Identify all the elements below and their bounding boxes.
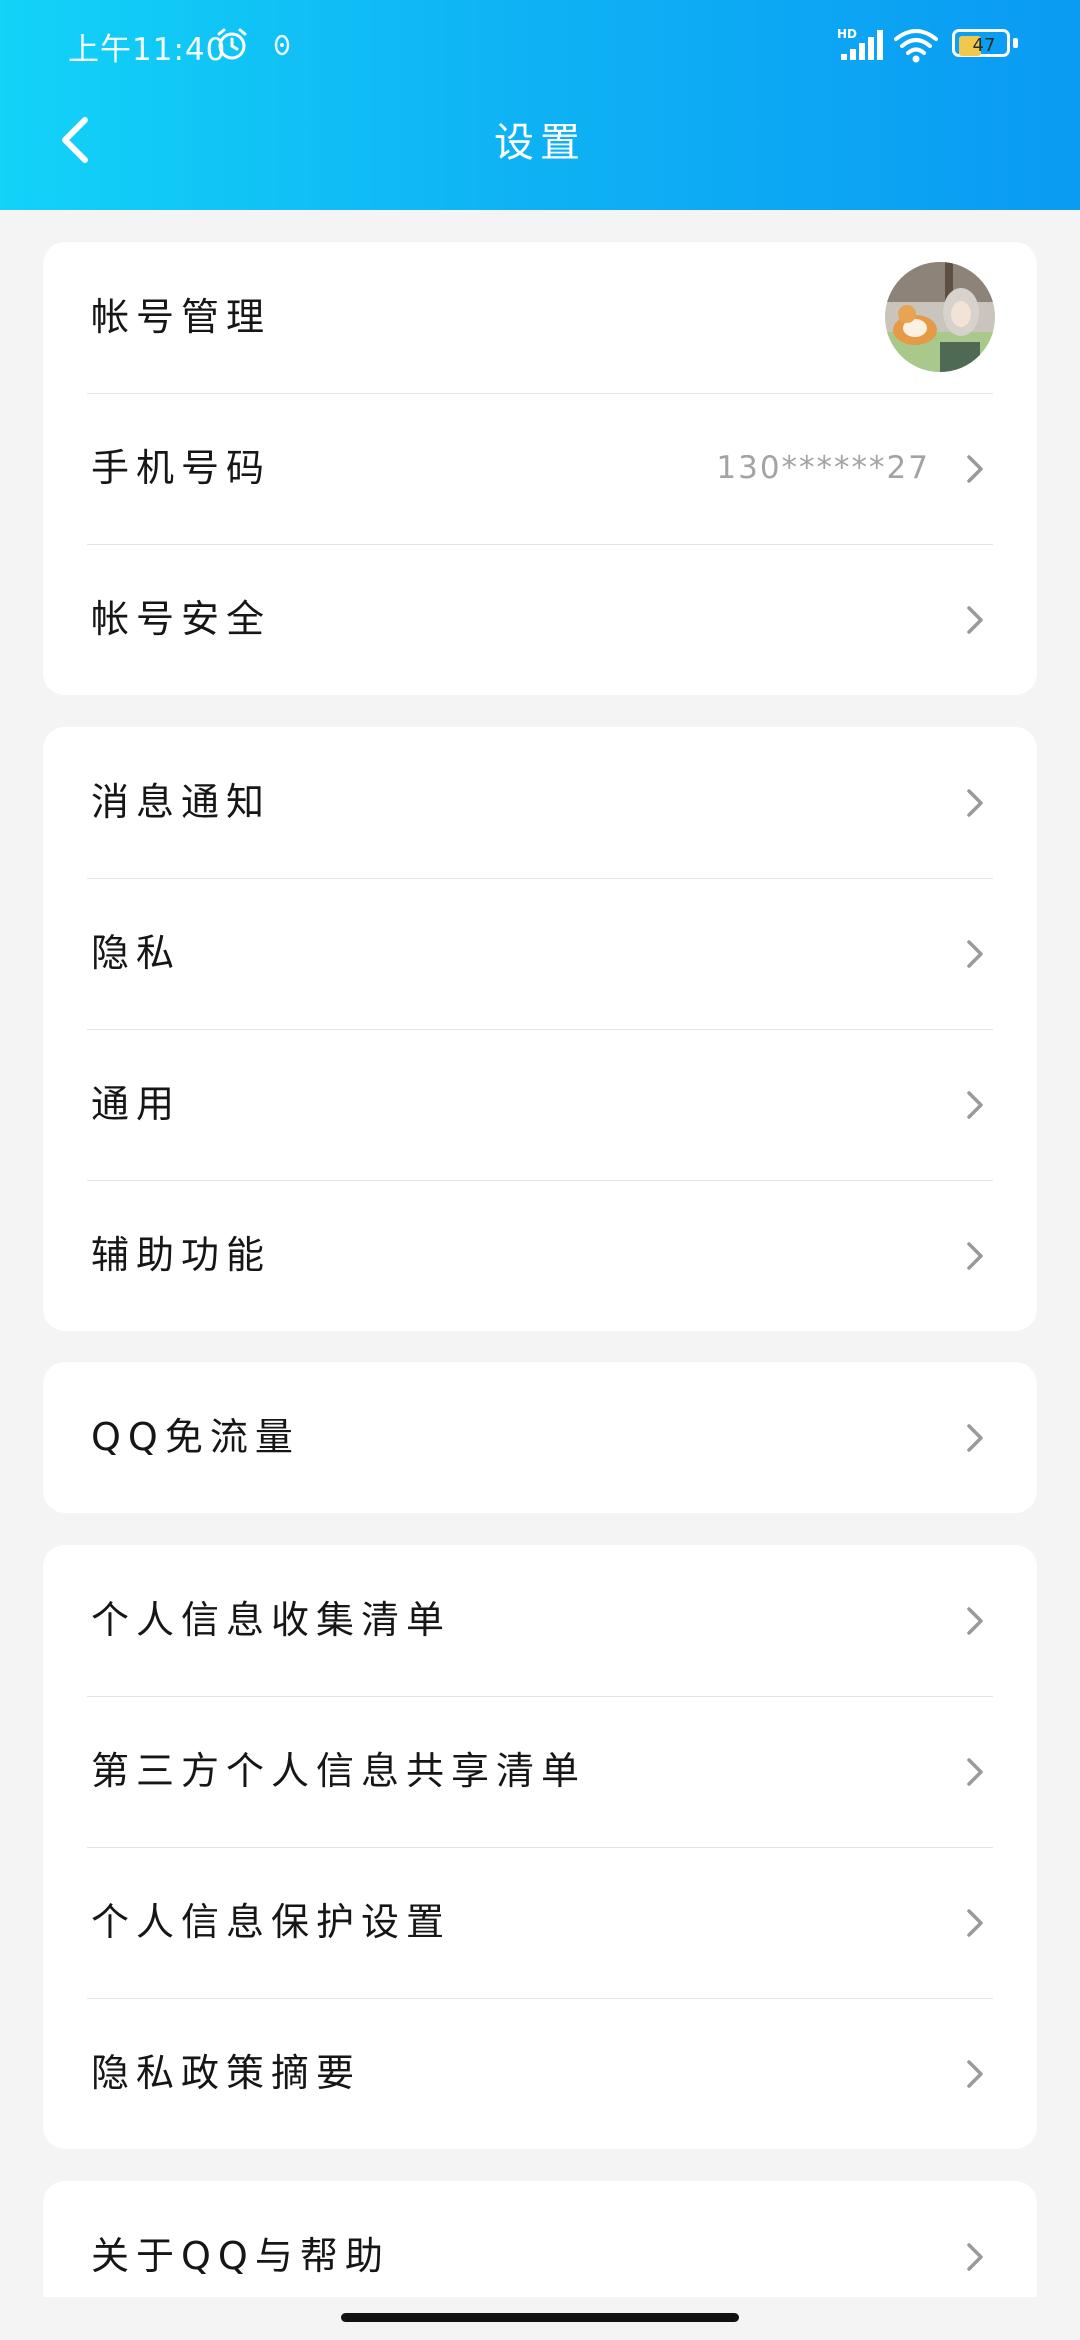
about-qq-help-row[interactable]: 关于QQ与帮助 bbox=[43, 2181, 1037, 2297]
chevron-right-icon bbox=[967, 1758, 983, 1786]
free-data-section: QQ免流量 bbox=[43, 1362, 1037, 1513]
account-section: 帐号管理 手机号码 130******27 帐号安全 bbox=[43, 242, 1037, 695]
network-label: HD bbox=[837, 27, 857, 41]
row-label: 关于QQ与帮助 bbox=[91, 2234, 390, 2278]
row-label: 个人信息保护设置 bbox=[91, 1900, 452, 1944]
row-label: 隐私政策摘要 bbox=[91, 2051, 362, 2095]
status-bar: 上午11:40 HD 47 bbox=[0, 0, 1080, 90]
chevron-right-icon bbox=[967, 1091, 983, 1119]
app-header: 上午11:40 HD 47 设置 bbox=[0, 0, 1080, 210]
personal-info-collection-row[interactable]: 个人信息收集清单 bbox=[43, 1545, 1037, 1696]
battery-level: 47 bbox=[972, 35, 996, 56]
row-label: 隐私 bbox=[91, 931, 182, 975]
qq-free-data-row[interactable]: QQ免流量 bbox=[43, 1362, 1037, 1513]
alarm-icon bbox=[217, 28, 247, 60]
notifications-row[interactable]: 消息通知 bbox=[43, 727, 1037, 878]
chevron-right-icon bbox=[967, 1909, 983, 1937]
chevron-right-icon bbox=[967, 455, 983, 483]
chevron-right-icon bbox=[967, 1424, 983, 1452]
row-label: 帐号安全 bbox=[91, 597, 272, 641]
page-title: 设置 bbox=[494, 120, 586, 166]
account-security-row[interactable]: 帐号安全 bbox=[43, 544, 1037, 695]
privacy-row[interactable]: 隐私 bbox=[43, 878, 1037, 1029]
avatar bbox=[885, 262, 995, 372]
row-label: 第三方个人信息共享清单 bbox=[91, 1749, 587, 1793]
chevron-right-icon bbox=[967, 1607, 983, 1635]
row-label: 辅助功能 bbox=[91, 1233, 272, 1277]
wifi-icon bbox=[894, 29, 938, 63]
home-indicator[interactable] bbox=[341, 2313, 739, 2322]
privacy-policy-summary-row[interactable]: 隐私政策摘要 bbox=[43, 1998, 1037, 2149]
row-label: 帐号管理 bbox=[91, 295, 272, 339]
row-label: 手机号码 bbox=[91, 446, 272, 490]
chevron-right-icon bbox=[967, 606, 983, 634]
general-row[interactable]: 通用 bbox=[43, 1029, 1037, 1180]
about-section: 关于QQ与帮助 bbox=[43, 2181, 1037, 2297]
account-management-row[interactable]: 帐号管理 bbox=[43, 242, 1037, 393]
chevron-right-icon bbox=[967, 2243, 983, 2271]
third-party-sharing-row[interactable]: 第三方个人信息共享清单 bbox=[43, 1696, 1037, 1847]
chevron-right-icon bbox=[967, 1242, 983, 1270]
status-time: 上午11:40 bbox=[68, 32, 227, 68]
row-label: QQ免流量 bbox=[91, 1415, 300, 1459]
chevron-right-icon bbox=[967, 2060, 983, 2088]
battery-icon: 47 bbox=[952, 29, 1020, 61]
personal-info-protection-row[interactable]: 个人信息保护设置 bbox=[43, 1847, 1037, 1998]
row-label: 个人信息收集清单 bbox=[91, 1598, 452, 1642]
personal-info-section: 个人信息收集清单 第三方个人信息共享清单 个人信息保护设置 隐私政策摘要 bbox=[43, 1545, 1037, 2149]
notification-app-icon bbox=[274, 34, 290, 56]
general-section: 消息通知 隐私 通用 辅助功能 bbox=[43, 727, 1037, 1331]
chevron-right-icon bbox=[967, 789, 983, 817]
phone-number-row[interactable]: 手机号码 130******27 bbox=[43, 393, 1037, 544]
row-label: 通用 bbox=[91, 1082, 182, 1126]
chevron-right-icon bbox=[967, 940, 983, 968]
signal-icon: HD bbox=[837, 27, 883, 60]
accessibility-row[interactable]: 辅助功能 bbox=[43, 1180, 1037, 1331]
row-label: 消息通知 bbox=[91, 780, 272, 824]
phone-number-value: 130******27 bbox=[716, 450, 930, 486]
